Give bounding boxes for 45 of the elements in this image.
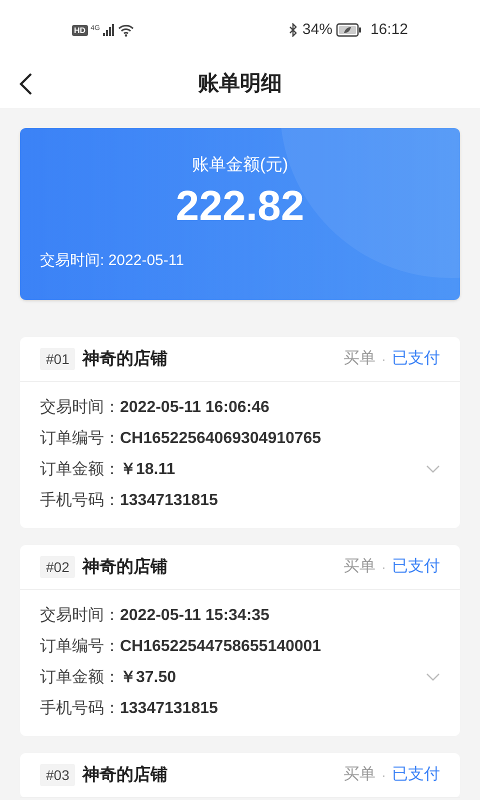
field-label: 手机号码： [40,490,120,510]
shop-name: 神奇的店铺 [82,348,168,370]
payment-status: 已支付 [392,764,440,785]
field-value: ￥18.11 [120,460,176,480]
total-amount: 222.82 [176,182,304,230]
field-value: CH16522544758655140001 [120,636,322,656]
field-value: 2022-05-11 16:06:46 [120,398,270,418]
expand-chevron-icon[interactable] [426,465,440,473]
bluetooth-icon [289,23,298,37]
shop-name: 神奇的店铺 [82,764,168,786]
order-number: #03 [40,764,76,786]
hd-badge: HD [72,24,88,36]
back-icon [19,72,33,96]
field-value: CH16522564069304910765 [120,428,322,448]
separator-dot: · [381,558,386,576]
clock-time: 16:12 [370,20,408,40]
field-value: 13347131815 [120,490,218,510]
field-label: 订单金额： [40,668,120,688]
field-label: 手机号码： [40,698,120,718]
order-type: 买单 [343,349,376,369]
field-label: 交易时间： [40,398,120,418]
field-value: 13347131815 [120,698,218,718]
expand-chevron-icon[interactable] [426,673,440,681]
amount-label: 账单金额(元) [192,154,288,176]
field-label: 订单编号： [40,428,120,448]
transaction-date: 交易时间: 2022-05-11 [40,251,184,271]
order-number: #02 [40,556,76,578]
payment-status: 已支付 [392,556,440,577]
page-title: 账单明细 [198,71,282,98]
order-number: #01 [40,348,76,370]
field-label: 订单编号： [40,636,120,656]
battery-percent: 34% [302,20,332,40]
field-value: ￥37.50 [120,668,176,688]
field-label: 订单金额： [40,460,120,480]
wifi-icon [118,24,134,36]
order-type: 买单 [343,765,376,785]
signal-icon [102,24,115,36]
shop-name: 神奇的店铺 [82,556,168,578]
battery-icon [336,23,362,37]
order-type: 买单 [343,557,376,577]
separator-dot: · [381,766,386,784]
field-label: 交易时间： [40,606,120,626]
separator-dot: · [381,350,386,368]
field-value: 2022-05-11 15:34:35 [120,606,270,626]
payment-status: 已支付 [392,348,440,369]
